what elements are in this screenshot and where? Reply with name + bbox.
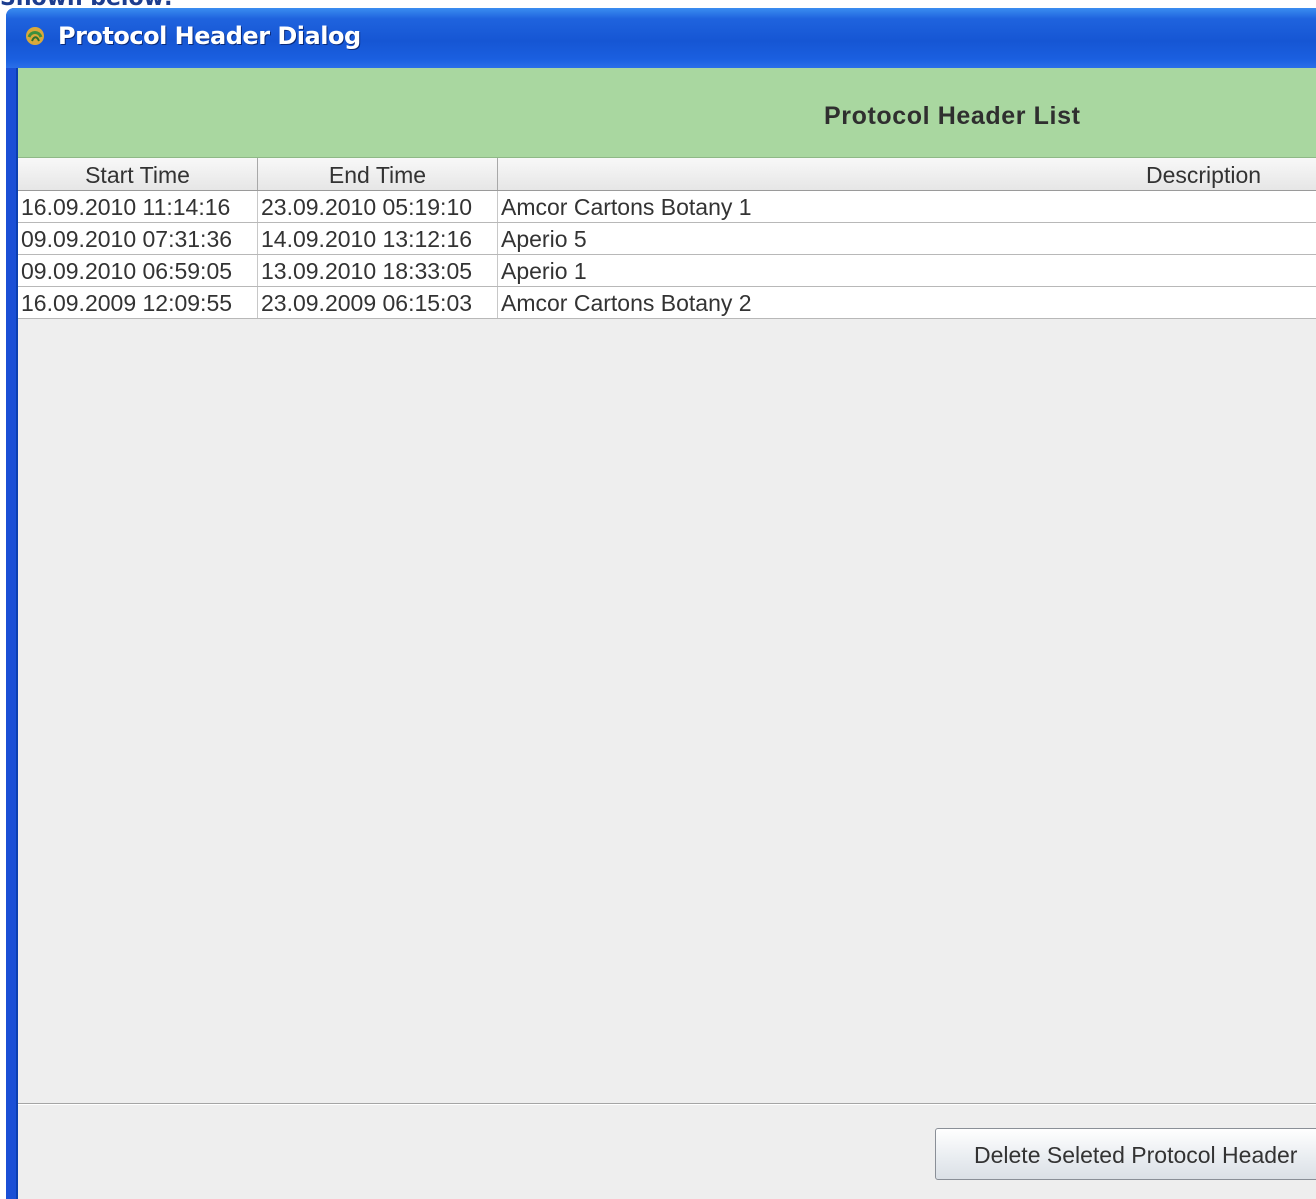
column-header-start-time[interactable]: Start Time — [18, 158, 258, 190]
cell-description: Aperio 5 — [501, 226, 587, 252]
cell-description: Amcor Cartons Botany 1 — [501, 194, 752, 220]
footer-divider — [18, 1104, 1316, 1105]
cell-end-time: 14.09.2010 13:12:16 — [258, 223, 498, 254]
cell-start-time: 16.09.2009 12:09:55 — [18, 287, 258, 318]
title-bar[interactable]: Protocol Header Dialog — [6, 8, 1316, 68]
table-row[interactable]: 09.09.2010 07:31:36 14.09.2010 13:12:16 … — [18, 223, 1316, 255]
cell-description: Aperio 1 — [501, 258, 587, 284]
cell-end-time: 13.09.2010 18:33:05 — [258, 255, 498, 286]
table-row[interactable]: 16.09.2009 12:09:55 23.09.2009 06:15:03 … — [18, 287, 1316, 319]
delete-selected-protocol-header-button[interactable]: Delete Seleted Protocol Header — [935, 1128, 1316, 1180]
column-header-description[interactable]: Description — [498, 158, 1316, 190]
table-body: 16.09.2010 11:14:16 23.09.2010 05:19:10 … — [18, 191, 1316, 319]
cell-start-time: 16.09.2010 11:14:16 — [18, 191, 258, 222]
cell-end-time: 23.09.2009 06:15:03 — [258, 287, 498, 318]
column-header-end-time[interactable]: End Time — [258, 158, 498, 190]
java-app-icon — [26, 27, 44, 45]
cell-start-time: 09.09.2010 06:59:05 — [18, 255, 258, 286]
dialog-content: Protocol Header List Start Time End Time… — [16, 68, 1316, 1199]
panel-header: Protocol Header List — [18, 68, 1316, 158]
cell-start-time: 09.09.2010 07:31:36 — [18, 223, 258, 254]
table-row[interactable]: 16.09.2010 11:14:16 23.09.2010 05:19:10 … — [18, 191, 1316, 223]
panel-title: Protocol Header List — [824, 102, 1081, 130]
page-caption: Shown below: — [0, 0, 173, 11]
table-row[interactable]: 09.09.2010 06:59:05 13.09.2010 18:33:05 … — [18, 255, 1316, 287]
protocol-header-dialog: Protocol Header Dialog Protocol Header L… — [6, 8, 1316, 1199]
cell-end-time: 23.09.2010 05:19:10 — [258, 191, 498, 222]
window-title: Protocol Header Dialog — [58, 22, 361, 50]
cell-description: Amcor Cartons Botany 2 — [501, 290, 752, 316]
dialog-footer: Delete Seleted Protocol Header — [18, 1103, 1316, 1199]
table-header: Start Time End Time Description — [18, 158, 1316, 191]
